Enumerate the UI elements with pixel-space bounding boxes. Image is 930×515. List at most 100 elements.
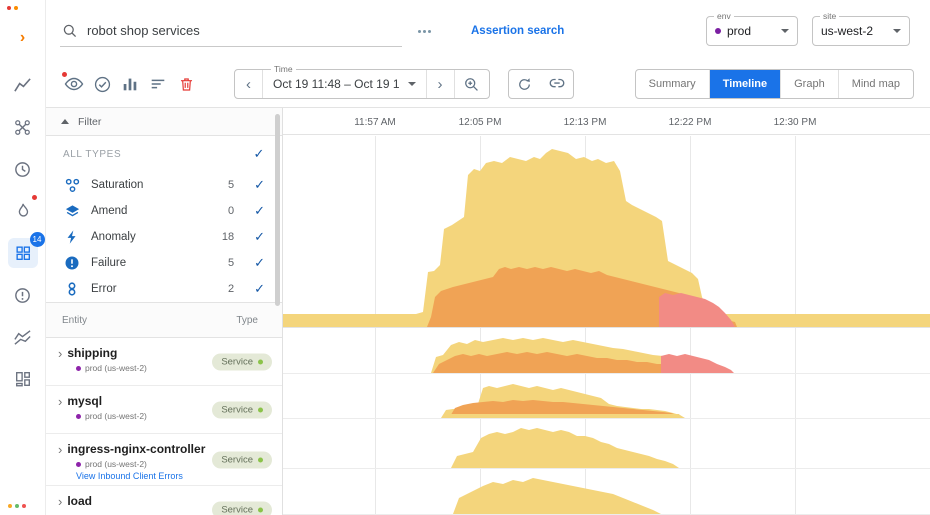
filter-item-failure[interactable]: Failure 5 ✓	[46, 250, 282, 276]
filter-item-error[interactable]: Error 2 ✓	[46, 276, 282, 302]
filter-item-label: Failure	[91, 257, 126, 269]
entity-chart-mysql[interactable]	[283, 374, 930, 420]
alerts-icon[interactable]	[8, 280, 38, 310]
status-dots	[8, 504, 26, 508]
chevron-down-icon	[408, 82, 416, 86]
entity-chart-ingress-nginx-controller[interactable]	[283, 419, 930, 469]
bar-chart-button[interactable]	[116, 70, 144, 98]
filter-item-count: 0	[228, 205, 234, 217]
topology-icon[interactable]	[8, 112, 38, 142]
time-range-control: Time ‹ Oct 19 11:48 – Oct 19 1 ›	[234, 69, 490, 99]
check-icon[interactable]: ✓	[254, 177, 265, 193]
filter-item-saturation[interactable]: Saturation 5 ✓	[46, 172, 282, 198]
trends-icon[interactable]	[8, 322, 38, 352]
sort-button[interactable]	[144, 70, 172, 98]
env-select-label: env	[714, 11, 734, 21]
time-back-button[interactable]: ‹	[235, 70, 263, 98]
refresh-button[interactable]	[509, 70, 541, 98]
view-inbound-client-errors-link[interactable]: View Inbound Client Errors	[76, 471, 272, 481]
entity-env: prod (us-west-2)	[85, 363, 147, 373]
filter-item-count: 5	[228, 257, 234, 269]
type-column-label: Type	[236, 315, 258, 326]
env-select[interactable]: env prod	[706, 16, 798, 46]
expand-chevron-icon[interactable]: ›	[58, 347, 62, 360]
check-icon[interactable]: ✓	[254, 281, 265, 297]
delete-button[interactable]	[172, 70, 200, 98]
search-input[interactable]: robot shop services	[60, 16, 402, 47]
assertion-search-link[interactable]: Assertion search	[471, 25, 564, 37]
verified-button[interactable]	[88, 70, 116, 98]
entity-row-load[interactable]: › load Service	[46, 486, 282, 515]
check-icon[interactable]: ✓	[254, 203, 265, 219]
app-window: › 14	[0, 0, 930, 515]
filter-item-count: 18	[222, 231, 234, 243]
filter-item-count: 2	[228, 283, 234, 295]
health-dot	[258, 407, 263, 412]
expand-chevron-icon[interactable]: ›	[58, 395, 62, 408]
tab-timeline[interactable]: Timeline	[710, 70, 781, 98]
filter-title: Filter	[78, 116, 101, 128]
search-value: robot shop services	[87, 23, 200, 38]
window-dots	[7, 6, 18, 10]
summary-timeline-chart[interactable]	[283, 135, 930, 328]
eye-notification-dot	[62, 72, 67, 77]
failure-alert-icon	[63, 254, 81, 272]
site-select-value: us-west-2	[821, 24, 873, 38]
entity-env: prod (us-west-2)	[85, 459, 147, 469]
entity-type-label: Service	[221, 504, 253, 515]
expand-chevron-icon[interactable]: ›	[58, 495, 62, 508]
all-types-label: ALL TYPES	[63, 149, 121, 160]
share-link-button[interactable]	[541, 70, 573, 98]
entity-chart-load[interactable]	[283, 469, 930, 515]
tab-graph[interactable]: Graph	[781, 70, 839, 98]
entity-type-badge: Service	[212, 401, 272, 418]
entity-chart-shipping[interactable]	[283, 328, 930, 374]
site-select-label: site	[820, 11, 839, 21]
time-forward-button[interactable]: ›	[427, 70, 455, 98]
health-dot	[258, 507, 263, 512]
entity-row-ingress-nginx-controller[interactable]: › ingress-nginx-controller prod (us-west…	[46, 434, 282, 486]
watch-eye-button[interactable]	[60, 70, 88, 98]
env-dot	[76, 462, 81, 467]
health-dot	[258, 359, 263, 364]
env-color-dot	[715, 28, 721, 34]
check-icon[interactable]: ✓	[254, 146, 266, 162]
entity-name: mysql	[67, 394, 102, 408]
expand-rail-icon[interactable]: ›	[20, 30, 25, 46]
workbench-icon[interactable]: 14	[8, 238, 38, 268]
filter-item-label: Error	[91, 283, 117, 295]
entity-list-header: Entity Type	[46, 302, 282, 338]
entity-type-badge: Service	[212, 353, 272, 370]
expand-chevron-icon[interactable]: ›	[58, 443, 62, 456]
workbench-badge: 14	[30, 232, 45, 247]
incidents-flame-icon[interactable]	[8, 196, 38, 226]
dashboards-icon[interactable]	[8, 364, 38, 394]
metrics-icon[interactable]	[8, 70, 38, 100]
check-icon[interactable]: ✓	[254, 229, 265, 245]
filter-item-label: Saturation	[91, 179, 143, 191]
check-icon[interactable]: ✓	[254, 255, 265, 271]
site-select[interactable]: site us-west-2	[812, 16, 910, 46]
header: robot shop services Assertion search env…	[46, 0, 930, 108]
scrollbar-thumb[interactable]	[275, 114, 280, 306]
view-tabs: Summary Timeline Graph Mind map	[635, 69, 914, 99]
time-range-value[interactable]: Oct 19 11:48 – Oct 19 1	[263, 70, 427, 98]
health-dot	[258, 457, 263, 462]
entity-type-badge: Service	[212, 501, 272, 515]
tab-summary[interactable]: Summary	[636, 70, 710, 98]
search-more-icon[interactable]	[418, 30, 431, 33]
filter-item-amend[interactable]: Amend 0 ✓	[46, 198, 282, 224]
entity-row-mysql[interactable]: › mysql prod (us-west-2) Service	[46, 386, 282, 434]
slo-clock-icon[interactable]	[8, 154, 38, 184]
env-select-value: prod	[727, 24, 751, 38]
filter-item-anomaly[interactable]: Anomaly 18 ✓	[46, 224, 282, 250]
entity-name: load	[67, 494, 92, 508]
entity-row-shipping[interactable]: › shipping prod (us-west-2) Service	[46, 338, 282, 386]
entity-type-label: Service	[221, 404, 253, 415]
entity-name: ingress-nginx-controller	[67, 442, 205, 456]
filter-collapse-header[interactable]: Filter	[46, 108, 282, 136]
chevron-up-icon	[61, 119, 69, 124]
time-zoom-button[interactable]	[455, 70, 489, 98]
tab-mindmap[interactable]: Mind map	[839, 70, 913, 98]
all-types-row[interactable]: ALL TYPES ✓	[46, 136, 282, 172]
